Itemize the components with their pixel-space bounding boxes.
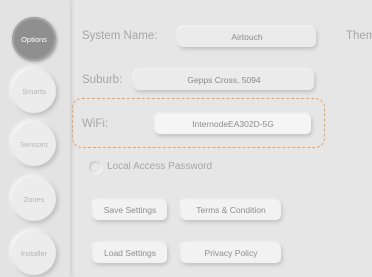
nav-zones-button[interactable]: Zones (12, 177, 56, 221)
local-access-label: Local Access Password (107, 161, 213, 172)
nav-options-button[interactable]: Options (12, 17, 56, 61)
save-settings-button[interactable]: Save Settings (93, 200, 167, 220)
wifi-value: InternodeEA302D-5G (192, 119, 274, 129)
save-settings-label: Save Settings (103, 205, 157, 215)
terms-label: Terms & Condition (196, 205, 266, 215)
local-access-radio[interactable] (89, 161, 101, 173)
theme-label: Them (346, 30, 372, 42)
nav-options-label: Options (21, 34, 47, 44)
nav-installer-button[interactable]: Installer (12, 231, 56, 275)
sidebar: Options Smarts Sensors Zones Installer (0, 0, 70, 277)
terms-button[interactable]: Terms & Condition (181, 200, 281, 220)
nav-sensors-label: Sensors (20, 139, 48, 149)
load-settings-button[interactable]: Load Settings (93, 243, 167, 263)
suburb-field[interactable]: Gepps Cross, 5094 (134, 70, 314, 90)
system-name-label: System Name: (82, 30, 158, 42)
system-name-field[interactable]: Airtouch (178, 27, 316, 47)
system-name-value: Airtouch (231, 32, 263, 42)
load-settings-label: Load Settings (104, 248, 156, 258)
nav-zones-label: Zones (23, 194, 45, 204)
suburb-label: Suburb: (82, 74, 123, 86)
wifi-select[interactable]: InternodeEA302D-5G (155, 114, 311, 134)
nav-smarts-label: Smarts (22, 86, 46, 96)
settings-screen: Options Smarts Sensors Zones Installer S… (0, 0, 372, 277)
privacy-button[interactable]: Privacy Policy (181, 243, 281, 263)
nav-sensors-button[interactable]: Sensors (12, 122, 56, 166)
nav-installer-label: Installer (20, 248, 48, 258)
wifi-label: WiFi: (82, 118, 109, 130)
nav-smarts-button[interactable]: Smarts (12, 69, 56, 113)
privacy-label: Privacy Policy (204, 248, 258, 258)
suburb-value: Gepps Cross, 5094 (187, 75, 261, 85)
